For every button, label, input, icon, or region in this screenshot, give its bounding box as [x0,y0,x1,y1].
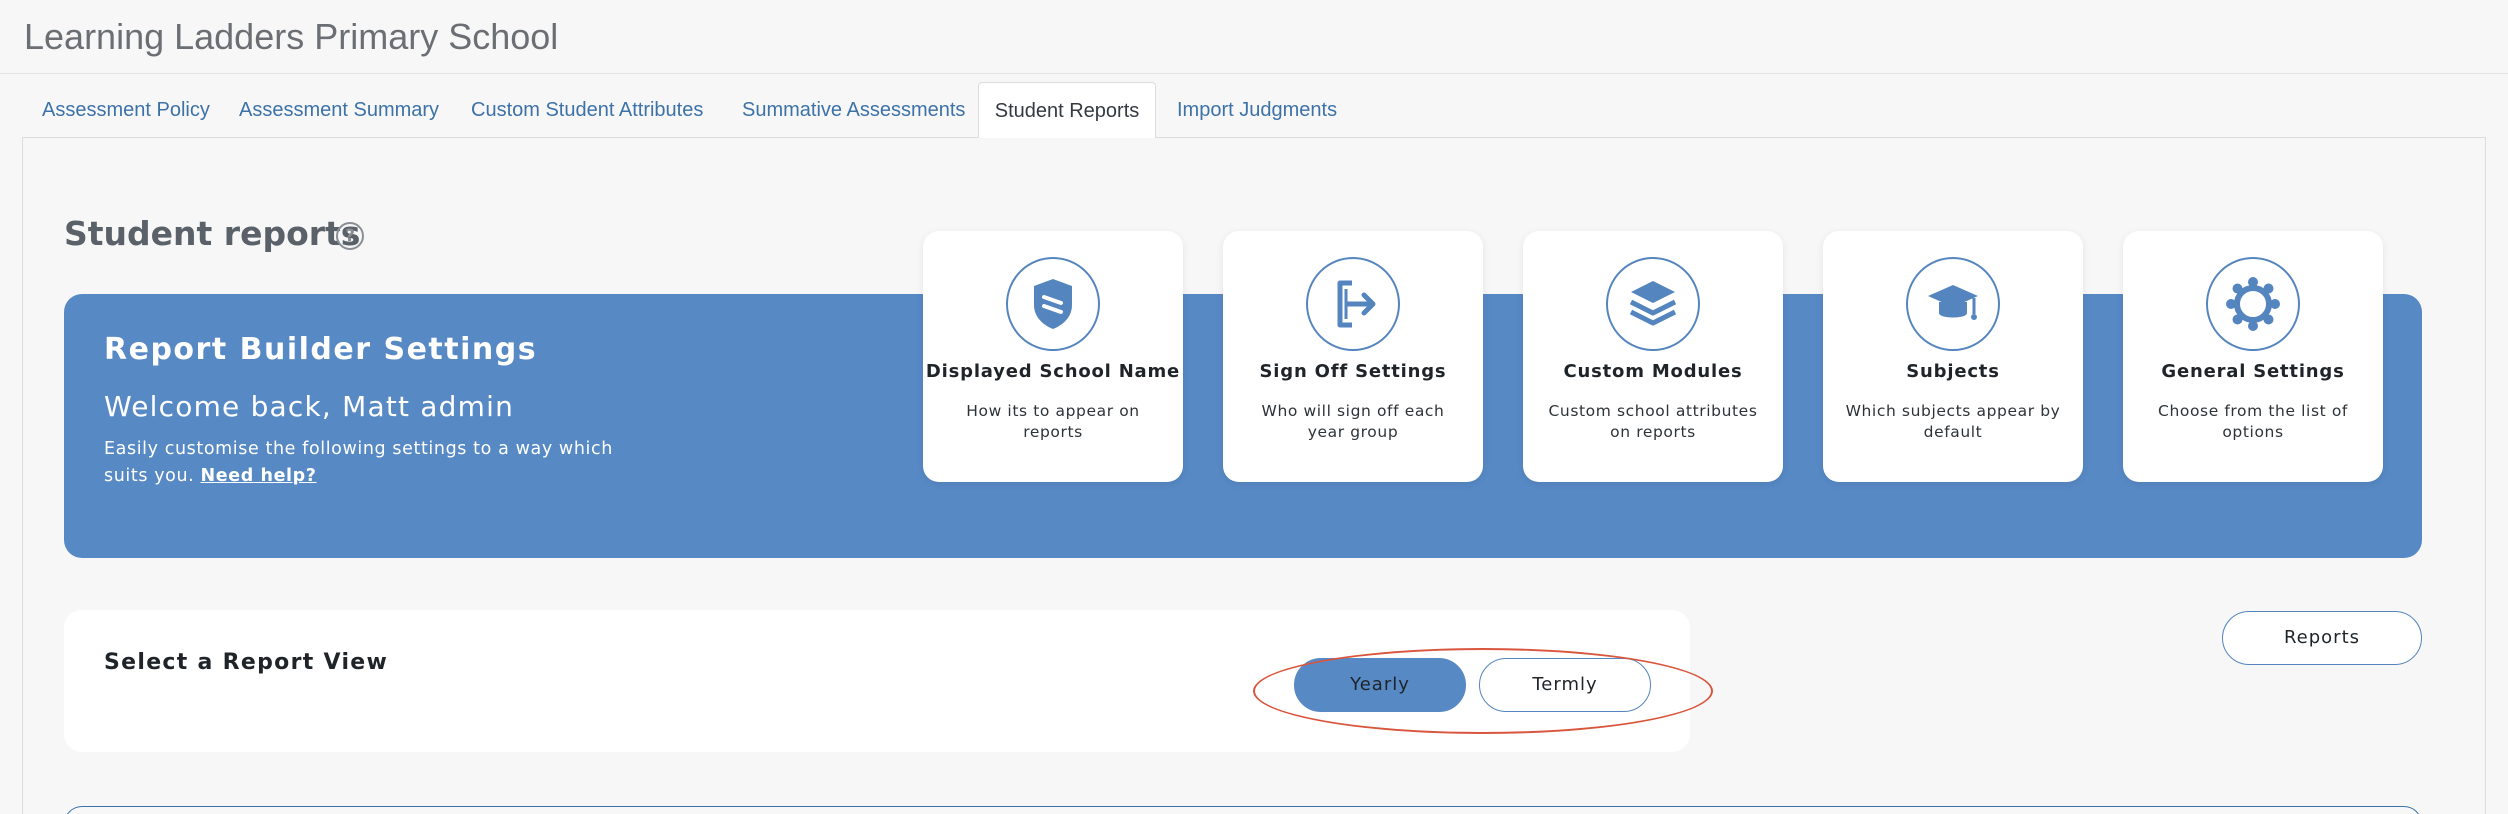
graduation-cap-icon [1906,257,2000,351]
card-title: Sign Off Settings [1259,361,1447,382]
help-icon[interactable]: ? [336,222,364,250]
school-title: Learning Ladders Primary School [24,16,559,57]
banner-title: Report Builder Settings [104,332,538,367]
tab-student-reports[interactable]: Student Reports [978,82,1156,138]
card-title: General Settings [2161,361,2345,382]
card-title: Subjects [1906,361,2000,382]
card-sign-off-settings[interactable]: Sign Off Settings Who will sign off each… [1223,231,1483,482]
shield-icon [1006,257,1100,351]
card-description: Choose from the list of options [2158,402,2348,441]
banner-description: Easily customise the following settings … [104,436,624,490]
card-custom-modules[interactable]: Custom Modules Custom school attributes … [1523,231,1783,482]
tab-custom-student-attributes[interactable]: Custom Student Attributes [471,82,703,138]
top-bar: Learning Ladders Primary School [0,0,2508,74]
banner-description-text: Easily customise the following settings … [104,439,613,486]
lower-section-box [64,806,2422,814]
card-description: How its to appear on reports [966,402,1140,441]
need-help-link[interactable]: Need help? [201,466,317,486]
card-title: Displayed School Name [925,361,1181,382]
tab-assessment-summary[interactable]: Assessment Summary [239,82,439,138]
card-subjects[interactable]: Subjects Which subjects appear by defaul… [1823,231,2083,482]
tab-bar: Assessment Policy Assessment Summary Cus… [22,82,2486,138]
card-description: Custom school attributes on reports [1548,402,1758,441]
tab-summative-assessments[interactable]: Summative Assessments [742,82,965,138]
sign-off-icon [1306,257,1400,351]
layers-icon [1606,257,1700,351]
tab-import-judgments[interactable]: Import Judgments [1177,82,1337,138]
card-displayed-school-name[interactable]: Displayed School Name How its to appear … [923,231,1183,482]
page-title: Student reports [64,214,361,253]
tab-assessment-policy[interactable]: Assessment Policy [42,82,210,138]
report-view-label: Select a Report View [104,650,389,675]
reports-button[interactable]: Reports [2222,611,2422,665]
card-description: Which subjects appear by default [1845,402,2061,441]
banner-welcome: Welcome back, Matt admin [104,390,515,423]
termly-button[interactable]: Termly [1479,658,1651,712]
gear-icon [2206,257,2300,351]
card-title: Custom Modules [1563,361,1743,382]
card-general-settings[interactable]: General Settings Choose from the list of… [2123,231,2383,482]
yearly-button[interactable]: Yearly [1294,658,1466,712]
card-description: Who will sign off each year group [1261,402,1445,441]
